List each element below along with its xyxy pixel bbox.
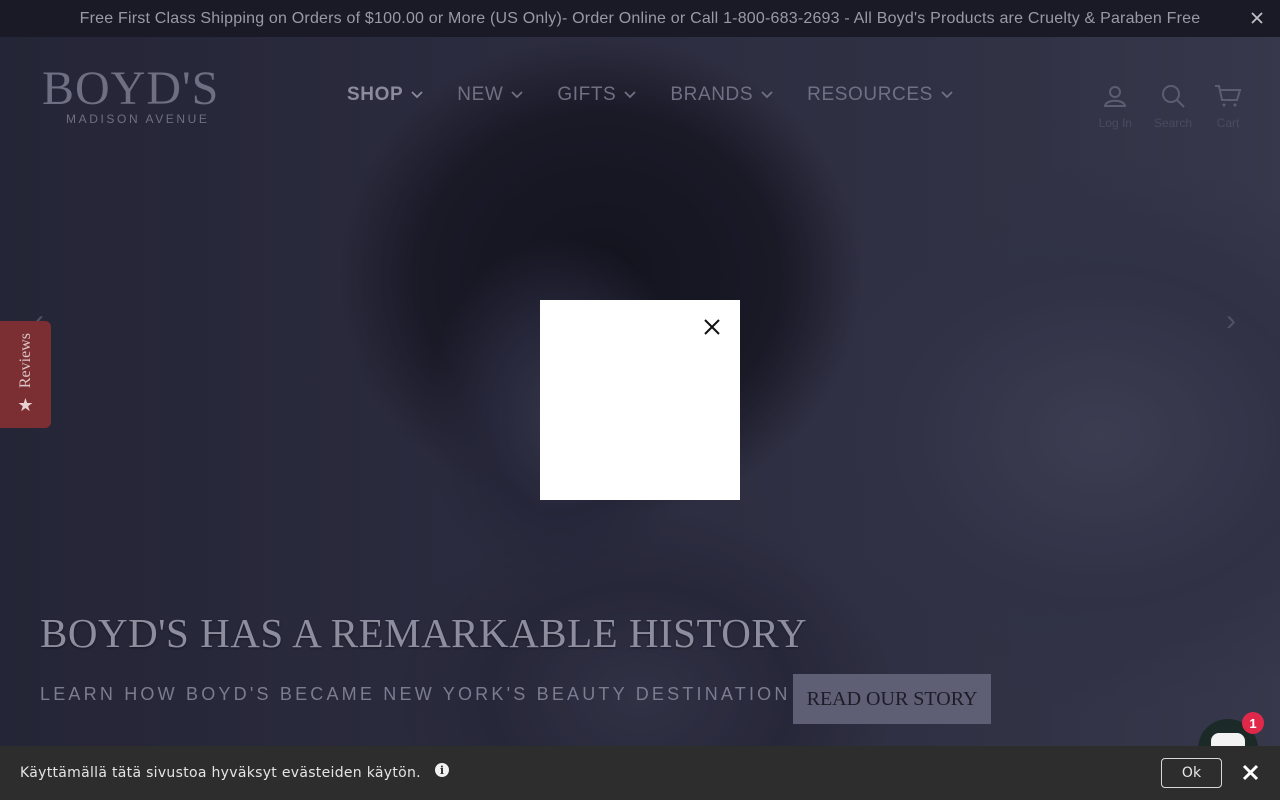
- popup-modal: [540, 300, 740, 500]
- nav-item-label: RESOURCES: [807, 84, 933, 105]
- search-label: Search: [1153, 116, 1192, 130]
- star-icon: ★: [17, 395, 34, 415]
- nav-item-gifts[interactable]: GIFTS: [557, 84, 636, 106]
- cart-icon: [1215, 85, 1242, 107]
- nav-item-resources[interactable]: RESOURCES: [807, 84, 953, 106]
- cookie-banner: Käyttämällä tätä sivustoa hyväksyt eväst…: [0, 746, 1280, 800]
- chevron-down-icon: [941, 91, 953, 99]
- announcement-text: Free First Class Shipping on Orders of $…: [79, 9, 1201, 27]
- login-label: Log In: [1098, 116, 1132, 130]
- nav-item-label: GIFTS: [557, 84, 617, 105]
- close-icon[interactable]: [702, 317, 722, 337]
- close-icon[interactable]: [1248, 9, 1266, 27]
- chevron-down-icon: [411, 91, 423, 99]
- nav-item-new[interactable]: NEW: [457, 84, 524, 106]
- nav-item-label: BRANDS: [670, 84, 754, 105]
- reviews-label: Reviews: [16, 332, 34, 388]
- cart-button[interactable]: Cart: [1214, 82, 1242, 130]
- info-icon[interactable]: i: [434, 763, 449, 777]
- login-button[interactable]: Log In: [1099, 82, 1132, 130]
- chevron-down-icon: [624, 91, 636, 99]
- announcement-bar: Free First Class Shipping on Orders of $…: [0, 0, 1280, 37]
- nav-item-brands[interactable]: BRANDS: [670, 84, 773, 106]
- chevron-down-icon: [761, 91, 773, 99]
- cookie-text: Käyttämällä tätä sivustoa hyväksyt eväst…: [20, 765, 421, 781]
- user-icon: [1104, 86, 1127, 107]
- logo-tagline: MADISON AVENUE: [66, 112, 210, 126]
- nav-item-label: NEW: [457, 84, 504, 105]
- nav-item-shop[interactable]: SHOP: [347, 84, 423, 106]
- chevron-down-icon: [511, 91, 524, 99]
- read-our-story-button[interactable]: READ OUR STORY: [793, 674, 991, 724]
- main-nav: SHOP NEW GIFTS BRANDS RESOURCES: [347, 84, 987, 106]
- cookie-ok-button[interactable]: Ok: [1161, 758, 1222, 788]
- reviews-tab[interactable]: Reviews ★: [0, 321, 51, 428]
- hero-title: BOYD'S HAS A REMARKABLE HISTORY: [40, 610, 808, 656]
- search-button[interactable]: Search: [1154, 82, 1192, 130]
- search-icon: [1161, 85, 1185, 108]
- chat-badge: 1: [1242, 712, 1264, 734]
- header-actions: Log In Search Cart: [1099, 82, 1242, 130]
- logo-wordmark: BOYD'S: [42, 62, 220, 115]
- cart-label: Cart: [1216, 116, 1240, 130]
- nav-item-label: SHOP: [347, 84, 404, 105]
- close-icon[interactable]: [1242, 764, 1259, 781]
- logo[interactable]: BOYD'S MADISON AVENUE: [42, 62, 220, 127]
- hero-subtitle: LEARN HOW BOYD'S BECAME NEW YORK'S BEAUT…: [40, 684, 791, 704]
- next-slide-icon[interactable]: ›: [1226, 306, 1246, 336]
